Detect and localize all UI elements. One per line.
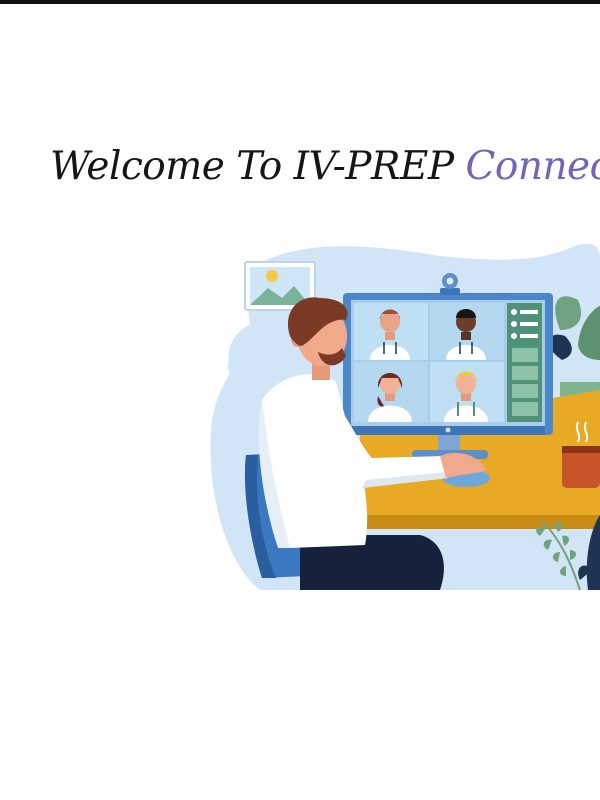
background-bubble bbox=[228, 350, 264, 382]
telehealth-illustration bbox=[210, 243, 600, 591]
welcome-heading-text: Welcome To IV-PREP bbox=[50, 144, 454, 189]
computer-monitor bbox=[343, 293, 553, 459]
brand-name: Connect bbox=[465, 144, 600, 189]
desk-edge bbox=[360, 515, 600, 529]
welcome-page: Welcome To IV-PREP Connect bbox=[0, 0, 600, 800]
top-border bbox=[0, 0, 600, 4]
welcome-heading: Welcome To IV-PREP Connect bbox=[50, 143, 600, 191]
